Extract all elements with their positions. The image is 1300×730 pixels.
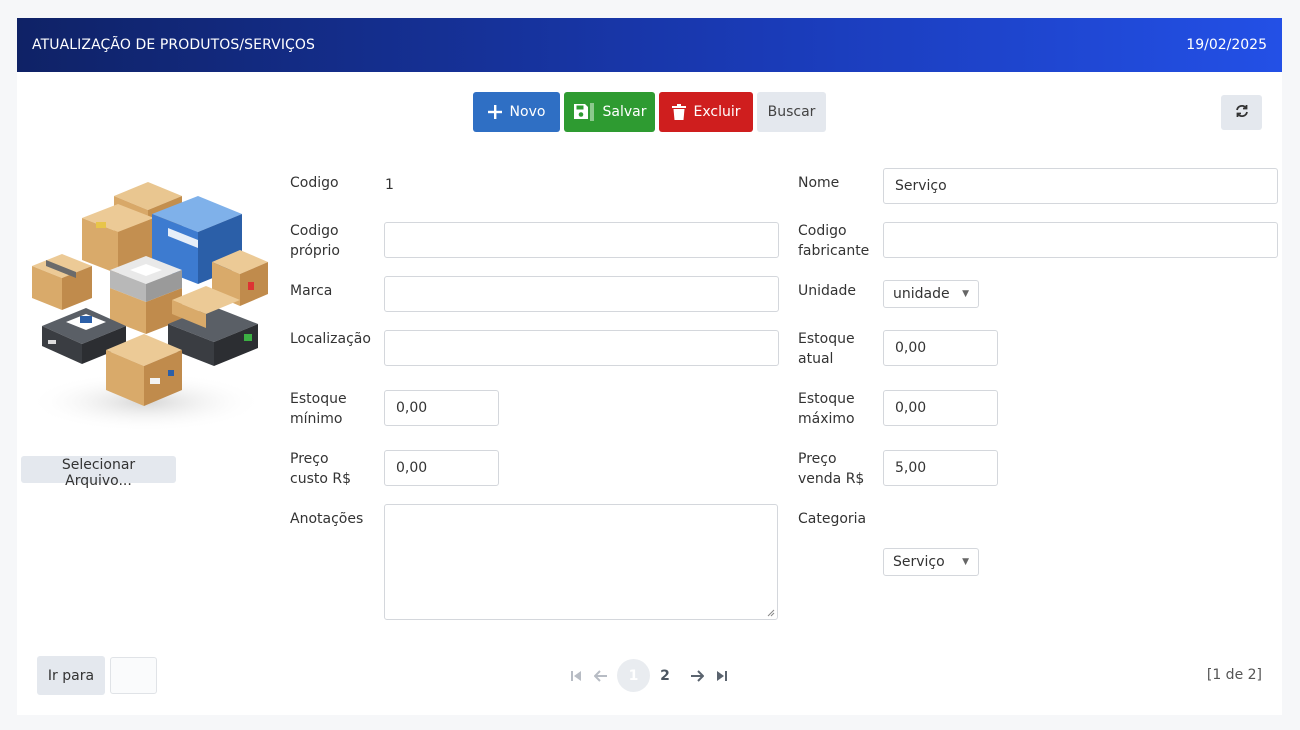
- preco-custo-label-line1: Preço: [290, 451, 329, 467]
- refresh-icon: [1235, 104, 1249, 122]
- nome-input[interactable]: Serviço: [883, 168, 1278, 204]
- unidade-select[interactable]: unidade ▼: [883, 280, 979, 308]
- codigo-fabricante-label-line2: fabricante: [798, 243, 870, 259]
- unidade-selected-value: unidade: [893, 286, 950, 302]
- marca-label: Marca: [290, 283, 333, 299]
- chevron-down-icon: ▼: [962, 557, 969, 567]
- codigo-proprio-label-line1: Codigo: [290, 223, 339, 239]
- codigo-proprio-label-line2: próprio: [290, 243, 340, 259]
- codigo-value: 1: [385, 177, 394, 193]
- estoque-minimo-label: Estoque mínimo: [290, 389, 347, 429]
- codigo-label: Codigo: [290, 175, 339, 191]
- codigo-proprio-input[interactable]: [384, 222, 779, 258]
- arrow-left-icon[interactable]: [593, 666, 609, 686]
- delete-button-label: Excluir: [693, 104, 741, 120]
- first-page-icon[interactable]: [568, 666, 584, 686]
- estoque-maximo-input[interactable]: 0,00: [883, 390, 998, 426]
- delete-button[interactable]: Excluir: [659, 92, 753, 132]
- unidade-label: Unidade: [798, 283, 856, 299]
- new-button[interactable]: Novo: [473, 92, 560, 132]
- preco-venda-input[interactable]: 5,00: [883, 450, 998, 486]
- marca-input[interactable]: [384, 276, 779, 312]
- codigo-fabricante-label: Codigo fabricante: [798, 221, 869, 261]
- anotacoes-label: Anotações: [290, 511, 364, 527]
- codigo-proprio-label: Codigo próprio: [290, 221, 340, 261]
- trash-icon: [671, 104, 686, 120]
- save-button-label: Salvar: [602, 104, 647, 120]
- estoque-maximo-label: Estoque máximo: [798, 389, 855, 429]
- preco-custo-label: Preço custo R$: [290, 449, 351, 489]
- estoque-atual-label-line2: atual: [798, 351, 834, 367]
- categoria-select[interactable]: Serviço ▼: [883, 548, 979, 576]
- categoria-label: Categoria: [798, 511, 867, 527]
- preco-custo-label-line2: custo R$: [290, 471, 352, 487]
- new-button-label: Novo: [509, 104, 546, 120]
- preco-custo-input[interactable]: 0,00: [384, 450, 499, 486]
- floppy-disk-icon: [573, 103, 595, 121]
- toolbar: Novo Salvar Excluir Buscar: [17, 72, 1282, 162]
- page-info: [1 de 2]: [1206, 667, 1262, 683]
- preco-venda-label-line1: Preço: [798, 451, 837, 467]
- goto-page-input[interactable]: [110, 657, 157, 694]
- page-title: ATUALIZAÇÃO DE PRODUTOS/SERVIÇOS: [32, 37, 316, 53]
- estoque-atual-label-line1: Estoque: [798, 331, 855, 347]
- main-window: ATUALIZAÇÃO DE PRODUTOS/SERVIÇOS 19/02/2…: [17, 18, 1282, 715]
- estoque-minimo-input[interactable]: 0,00: [384, 390, 499, 426]
- estoque-atual-label: Estoque atual: [798, 329, 855, 369]
- estoque-maximo-label-line1: Estoque: [798, 391, 855, 407]
- codigo-fabricante-label-line1: Codigo: [798, 223, 847, 239]
- pagination-bar: Ir para 1 2 [1 de 2]: [17, 638, 1282, 715]
- product-form: Codigo 1 Nome Serviço Codigo próprio Cod…: [275, 162, 1282, 626]
- goto-button[interactable]: Ir para: [37, 656, 105, 695]
- page-1-button[interactable]: 1: [617, 659, 650, 692]
- estoque-minimo-label-line2: mínimo: [290, 411, 343, 427]
- product-image-panel: Selecionar Arquivo...: [17, 162, 275, 489]
- search-button[interactable]: Buscar: [757, 92, 826, 132]
- arrow-right-icon[interactable]: [688, 666, 706, 686]
- page-2-button[interactable]: 2: [657, 659, 673, 692]
- preco-venda-label: Preço venda R$: [798, 449, 864, 489]
- categoria-selected-value: Serviço: [893, 554, 945, 570]
- last-page-icon[interactable]: [714, 666, 730, 686]
- chevron-down-icon: ▼: [962, 289, 969, 299]
- estoque-minimo-label-line1: Estoque: [290, 391, 347, 407]
- anotacoes-textarea[interactable]: [384, 504, 778, 620]
- nome-label: Nome: [798, 175, 840, 191]
- current-date: 19/02/2025: [1186, 37, 1267, 53]
- refresh-button[interactable]: [1221, 95, 1262, 130]
- resize-grip-icon[interactable]: [767, 609, 775, 617]
- title-bar: ATUALIZAÇÃO DE PRODUTOS/SERVIÇOS 19/02/2…: [17, 18, 1282, 72]
- select-file-button[interactable]: Selecionar Arquivo...: [21, 456, 176, 489]
- plus-icon: [487, 105, 502, 119]
- product-image: [28, 182, 268, 432]
- estoque-atual-input[interactable]: 0,00: [883, 330, 998, 366]
- codigo-fabricante-input[interactable]: [883, 222, 1278, 258]
- localizacao-label: Localização: [290, 331, 371, 347]
- preco-venda-label-line2: venda R$: [798, 471, 865, 487]
- save-button[interactable]: Salvar: [564, 92, 655, 132]
- estoque-maximo-label-line2: máximo: [798, 411, 855, 427]
- localizacao-input[interactable]: [384, 330, 779, 366]
